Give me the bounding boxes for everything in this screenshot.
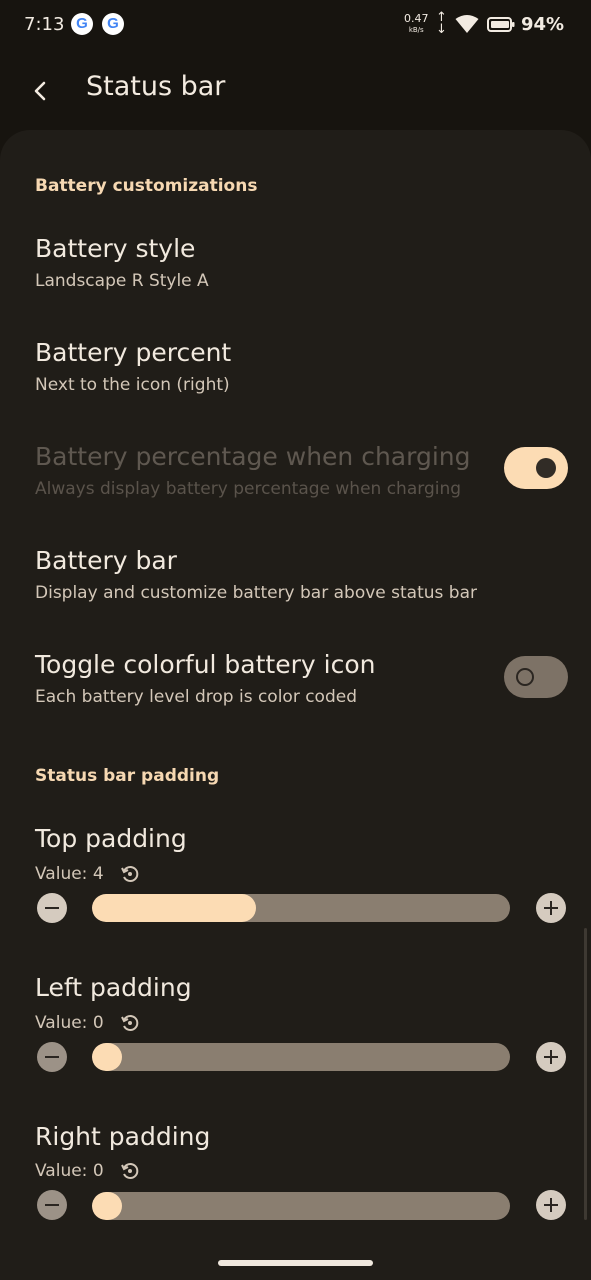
slider-fill	[92, 1043, 122, 1071]
pref-title: Toggle colorful battery icon	[35, 650, 376, 679]
google-notification-icon: G	[102, 13, 124, 35]
network-speed: 0.47 kB/s	[404, 12, 429, 34]
pref-title: Battery bar	[35, 546, 177, 575]
switch-thumb	[536, 458, 556, 478]
wifi-icon	[455, 15, 479, 33]
pref-top-padding: Top padding	[0, 824, 591, 854]
battery-percent: 94%	[521, 14, 565, 35]
increase-button[interactable]	[536, 893, 566, 923]
decrease-button[interactable]	[37, 893, 67, 923]
battery-icon	[487, 17, 515, 32]
slider-value-label: Value: 4	[35, 864, 104, 884]
scrollbar[interactable]	[584, 928, 587, 1220]
google-notification-icon: G	[71, 13, 93, 35]
decrease-button[interactable]	[37, 1190, 67, 1220]
reset-icon[interactable]	[119, 863, 141, 885]
slider-fill	[92, 1192, 122, 1220]
pref-summary: Next to the icon (right)	[35, 375, 230, 395]
reset-icon[interactable]	[119, 1160, 141, 1182]
section-header-battery: Battery customizations	[35, 176, 258, 196]
pref-summary: Display and customize battery bar above …	[35, 583, 477, 603]
increase-button[interactable]	[536, 1042, 566, 1072]
decrease-button[interactable]	[37, 1042, 67, 1072]
pref-left-padding: Left padding	[0, 973, 591, 1003]
pref-summary: Landscape R Style A	[35, 271, 209, 291]
clock: 7:13	[24, 14, 65, 35]
system-status-bar: 7:13 G G 0.47 kB/s ↑ ↓ 94%	[0, 0, 591, 52]
pref-title: Top padding	[35, 824, 187, 853]
pref-battery-bar[interactable]: Battery bar Display and customize batter…	[0, 546, 591, 614]
pref-title: Right padding	[35, 1122, 211, 1151]
slider-fill	[92, 894, 256, 922]
pref-title: Battery percentage when charging	[35, 442, 471, 471]
pref-title: Battery percent	[35, 338, 232, 367]
slider-value-label: Value: 0	[35, 1161, 104, 1181]
page-title: Status bar	[86, 71, 226, 102]
pref-summary: Each battery level drop is color coded	[35, 687, 358, 707]
pref-summary: Always display battery percentage when c…	[35, 479, 462, 499]
reset-icon[interactable]	[119, 1012, 141, 1034]
section-header-padding: Status bar padding	[35, 766, 220, 786]
charging-percent-switch[interactable]	[504, 447, 568, 489]
slider-value-label: Value: 0	[35, 1013, 104, 1033]
pref-battery-style[interactable]: Battery style Landscape R Style A	[0, 234, 591, 302]
data-activity-icon: ↑ ↓	[436, 10, 447, 37]
slider-track[interactable]	[92, 1043, 510, 1071]
pref-title: Left padding	[35, 973, 192, 1002]
increase-button[interactable]	[536, 1190, 566, 1220]
top-app-bar: Status bar	[0, 52, 591, 130]
colorful-icon-switch[interactable]	[504, 656, 568, 698]
switch-thumb	[516, 668, 534, 686]
slider-track[interactable]	[92, 894, 510, 922]
pref-title: Battery style	[35, 234, 196, 263]
pref-colorful-battery-icon[interactable]: Toggle colorful battery icon Each batter…	[0, 650, 591, 718]
pref-right-padding: Right padding	[0, 1122, 591, 1152]
pref-battery-percent-charging[interactable]: Battery percentage when charging Always …	[0, 442, 591, 510]
back-arrow-icon[interactable]	[24, 74, 58, 108]
slider-track[interactable]	[92, 1192, 510, 1220]
pref-battery-percent[interactable]: Battery percent Next to the icon (right)	[0, 338, 591, 406]
settings-list: Battery customizations Battery style Lan…	[0, 130, 591, 1280]
home-indicator[interactable]	[218, 1260, 373, 1266]
